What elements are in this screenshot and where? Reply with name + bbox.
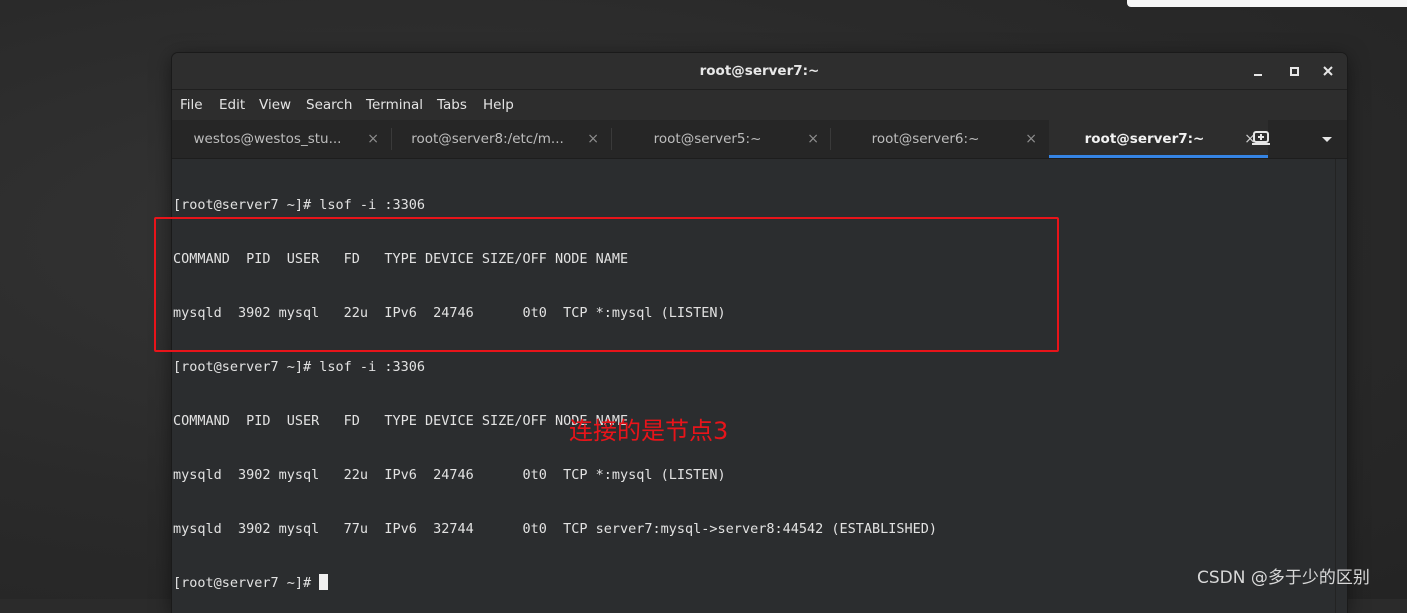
tab-bar: westos@westos_stu... × root@server8:/etc… [172, 120, 1347, 159]
menu-terminal[interactable]: Terminal [366, 90, 423, 120]
tab-label: root@server5:~ [653, 131, 762, 147]
terminal-line: [root@server7 ~]# lsof -i :3306 [173, 197, 425, 213]
tab-server8[interactable]: root@server8:/etc/m... × [392, 120, 611, 158]
minimize-button[interactable] [1248, 61, 1268, 81]
terminal-line: mysqld 3902 mysql 77u IPv6 32744 0t0 TCP… [173, 521, 938, 537]
terminal-line: mysqld 3902 mysql 22u IPv6 24746 0t0 TCP… [173, 467, 726, 483]
title-bar[interactable]: root@server7:~ [172, 53, 1347, 90]
terminal-scrollbar[interactable] [1335, 159, 1347, 613]
tab-label: root@server6:~ [871, 131, 980, 147]
terminal-line: COMMAND PID USER FD TYPE DEVICE SIZE/OFF… [173, 413, 629, 429]
tab-server5[interactable]: root@server5:~ × [612, 120, 831, 158]
menu-edit[interactable]: Edit [219, 90, 245, 120]
tab-server6[interactable]: root@server6:~ × [830, 120, 1049, 158]
tab-label: westos@westos_stu... [193, 131, 342, 147]
close-icon[interactable]: × [587, 120, 599, 158]
close-button[interactable] [1318, 61, 1338, 81]
maximize-button[interactable] [1284, 61, 1304, 81]
close-icon[interactable]: × [367, 120, 379, 158]
menu-tabs[interactable]: Tabs [437, 90, 467, 120]
menu-view[interactable]: View [259, 90, 291, 120]
watermark: CSDN @多于少的区别 [1197, 568, 1370, 588]
menu-search[interactable]: Search [306, 90, 352, 120]
terminal-prompt: [root@server7 ~]# [173, 575, 320, 591]
close-icon [1323, 66, 1333, 76]
tab-label: root@server8:/etc/m... [411, 131, 564, 147]
text-cursor [319, 574, 329, 590]
chevron-down-icon[interactable] [1317, 129, 1337, 149]
new-tab-icon[interactable] [1251, 129, 1273, 149]
tab-westos[interactable]: westos@westos_stu... × [172, 120, 391, 158]
annotation-text: 连接的是节点3 [569, 417, 729, 445]
menu-bar: File Edit View Search Terminal Tabs Help [172, 90, 1347, 120]
close-icon[interactable]: × [807, 120, 819, 158]
background-window-edge [1127, 0, 1407, 7]
menu-file[interactable]: File [180, 90, 203, 120]
tab-label: root@server7:~ [1084, 131, 1205, 147]
highlight-box [154, 217, 1059, 352]
menu-help[interactable]: Help [483, 90, 514, 120]
maximize-icon [1290, 67, 1299, 76]
terminal-prompt-line: [root@server7 ~]# [173, 574, 937, 592]
tab-server7[interactable]: root@server7:~ × [1049, 120, 1268, 158]
minimize-icon [1254, 74, 1262, 76]
terminal-line: [root@server7 ~]# lsof -i :3306 [173, 359, 425, 375]
window-title: root@server7:~ [699, 63, 820, 79]
close-icon[interactable]: × [1025, 120, 1037, 158]
